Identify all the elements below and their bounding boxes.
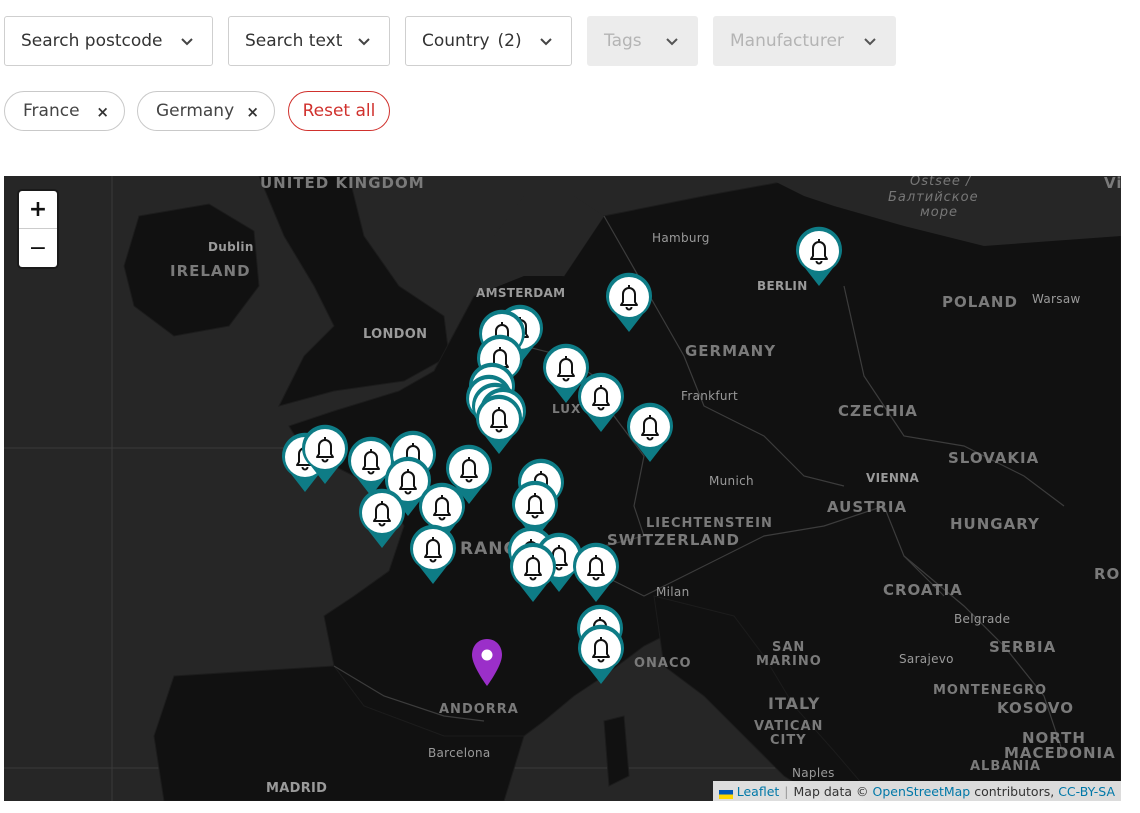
postcode-dropdown[interactable]: Search postcode <box>4 16 213 66</box>
country-dropdown[interactable]: Country (2) <box>405 16 572 66</box>
label-vi: Vi <box>1104 176 1121 192</box>
chip-france-label: France <box>23 101 80 121</box>
label-frankfurt: Frankfurt <box>681 389 739 403</box>
attribution-mapdata: Map data © <box>793 783 869 799</box>
label-poland: POLAND <box>942 293 1018 311</box>
chip-germany[interactable]: Germany × <box>137 91 275 131</box>
zoom-out-button[interactable]: − <box>19 229 57 267</box>
label-warsaw: Warsaw <box>1032 292 1081 306</box>
label-slovakia: SLOVAKIA <box>948 449 1040 467</box>
ukraine-flag-icon <box>718 787 733 799</box>
label-montenegro: MONTENEGRO <box>933 683 1048 698</box>
label-munich: Munich <box>709 474 754 488</box>
leaflet-link[interactable]: Leaflet <box>737 784 780 799</box>
label-hungary: HUNGARY <box>950 515 1040 533</box>
osm-link[interactable]: OpenStreetMap <box>872 784 970 799</box>
label-vienna: VIENNA <box>866 471 920 485</box>
label-sarajevo: Sarajevo <box>899 652 954 666</box>
text-search-label: Search text <box>245 31 343 51</box>
postcode-dropdown-label: Search postcode <box>21 31 163 51</box>
attribution-separator: | <box>784 783 789 799</box>
label-baltic-1: Балтийское <box>888 190 979 205</box>
bell-marker-icon[interactable] <box>571 542 621 604</box>
label-dublin: Dublin <box>208 240 254 254</box>
text-search-dropdown[interactable]: Search text <box>228 16 390 66</box>
label-germany: GERMANY <box>685 342 777 360</box>
close-icon[interactable]: × <box>246 105 259 120</box>
label-san-marino-2: MARINO <box>756 654 822 669</box>
label-london: LONDON <box>363 327 428 342</box>
label-andorra: ANDORRA <box>439 702 519 717</box>
map-attribution: Leaflet | Map data © OpenStreetMap contr… <box>712 781 1121 801</box>
label-naples: Naples <box>792 766 835 780</box>
attribution-contributors: contributors, <box>974 783 1055 799</box>
label-vatican-1: VATICAN <box>754 719 824 734</box>
label-monaco: ONACO <box>634 656 692 671</box>
label-madrid: MADRID <box>266 781 328 796</box>
bell-marker-icon[interactable] <box>357 488 407 550</box>
label-croatia: CROATIA <box>883 581 963 599</box>
label-barcelona: Barcelona <box>428 746 491 760</box>
label-vatican-2: CITY <box>770 733 807 748</box>
label-uk: UNITED KINGDOM <box>260 176 425 192</box>
bell-marker-icon[interactable] <box>576 372 626 434</box>
bell-marker-icon[interactable] <box>508 542 558 604</box>
bell-marker-icon[interactable] <box>300 424 350 486</box>
label-san-marino-1: SAN <box>772 640 806 655</box>
chevron-down-icon <box>864 38 876 46</box>
chevron-down-icon <box>540 38 552 46</box>
manufacturer-dropdown-label: Manufacturer <box>730 31 844 51</box>
label-amsterdam: AMSTERDAM <box>476 286 566 300</box>
location-pin-icon[interactable] <box>470 638 504 688</box>
chevron-down-icon <box>666 38 678 46</box>
label-milan: Milan <box>656 585 690 599</box>
label-switzerland: SWITZERLAND <box>607 531 741 549</box>
label-austria: AUSTRIA <box>827 498 908 516</box>
zoom-control: + − <box>19 191 57 267</box>
bell-marker-icon[interactable] <box>604 272 654 334</box>
reset-all-button[interactable]: Reset all <box>288 91 390 131</box>
label-ostsee: Ostsee / <box>910 176 972 189</box>
tags-dropdown: Tags <box>587 16 698 66</box>
label-ro: RO <box>1094 565 1121 583</box>
chip-germany-label: Germany <box>156 101 235 121</box>
zoom-in-button[interactable]: + <box>19 191 57 229</box>
map[interactable]: UNITED KINGDOM Dublin IRELAND LONDON AMS… <box>4 176 1121 801</box>
license-link[interactable]: CC-BY-SA <box>1058 784 1115 799</box>
tags-dropdown-label: Tags <box>604 31 642 51</box>
label-serbia: SERBIA <box>989 638 1057 656</box>
label-ireland: IRELAND <box>170 262 251 280</box>
label-belgrade: Belgrade <box>954 612 1011 626</box>
label-kosovo: KOSOVO <box>997 699 1074 717</box>
chip-france[interactable]: France × <box>4 91 125 131</box>
label-liechtenstein: LIECHTENSTEIN <box>646 516 773 531</box>
bell-marker-icon[interactable] <box>625 402 675 464</box>
label-baltic-2: море <box>920 205 959 220</box>
label-albania: ALBANIA <box>970 759 1042 774</box>
bell-marker-icon[interactable] <box>794 226 844 288</box>
label-italy: ITALY <box>768 694 821 713</box>
close-icon[interactable]: × <box>96 105 109 120</box>
chevron-down-icon <box>358 38 370 46</box>
bell-marker-icon[interactable] <box>576 624 626 686</box>
country-selected-count: (2) <box>497 31 522 51</box>
chevron-down-icon <box>181 38 193 46</box>
bell-marker-icon[interactable] <box>408 524 458 586</box>
country-dropdown-label: Country <box>422 31 490 51</box>
manufacturer-dropdown: Manufacturer <box>713 16 896 66</box>
label-czechia: CZECHIA <box>838 402 918 420</box>
label-hamburg: Hamburg <box>652 231 710 245</box>
